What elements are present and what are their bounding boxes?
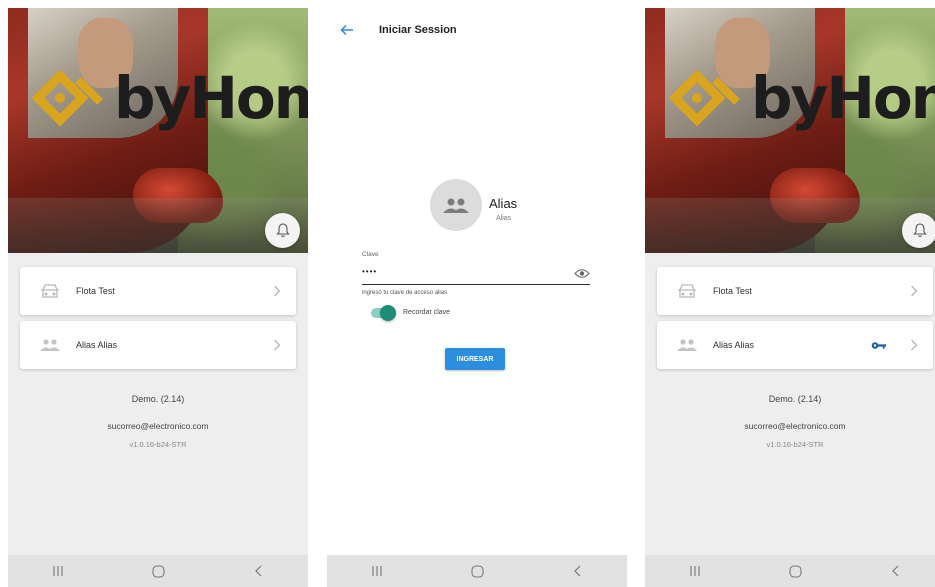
login-screen: Iniciar Session Alias Alias Clave •••• i… xyxy=(327,8,627,587)
group-icon xyxy=(675,335,699,355)
chevron-right-icon xyxy=(270,284,284,298)
recents-button[interactable] xyxy=(675,559,715,583)
system-nav-bar xyxy=(8,555,308,587)
recents-icon xyxy=(53,566,63,576)
password-field[interactable]: •••• xyxy=(362,267,377,276)
list-item-alias[interactable]: Alias Alias xyxy=(657,321,933,369)
remember-label: Recordar clave xyxy=(403,309,451,316)
car-icon xyxy=(675,281,699,301)
back-button[interactable] xyxy=(557,559,597,583)
recents-button[interactable] xyxy=(38,559,78,583)
logo-mark-icon xyxy=(668,69,740,127)
back-button[interactable] xyxy=(238,559,278,583)
login-body: Alias Alias Clave •••• ingresó tu clave … xyxy=(327,52,627,555)
password-field-label: Clave xyxy=(362,251,379,258)
home-icon xyxy=(151,564,165,578)
home-screen-with-key: byHom Flota Test Alias Alias Demo. (2.14… xyxy=(645,8,935,587)
hero-image: byHom xyxy=(8,8,308,253)
group-icon xyxy=(38,335,62,355)
app-bar: Iniciar Session xyxy=(327,8,627,52)
toggle-knob xyxy=(380,305,396,321)
logo-text: byHom xyxy=(114,64,308,132)
show-password-button[interactable] xyxy=(573,266,591,280)
recents-icon xyxy=(690,566,700,576)
version-label: v1.0.16-b24-STR xyxy=(766,440,824,449)
remember-toggle[interactable] xyxy=(371,305,396,321)
logo-mark-icon xyxy=(31,69,103,127)
chevron-right-icon xyxy=(907,338,921,352)
alias-avatar xyxy=(430,179,482,231)
home-screen: byHom Flota Test Alias Alias Demo. (2.14… xyxy=(8,8,308,587)
list-item-label: Alias Alias xyxy=(76,340,118,350)
group-icon xyxy=(443,198,469,213)
hero-image: byHom xyxy=(645,8,935,253)
demo-label: Demo. (2.14) xyxy=(768,394,822,404)
submit-button[interactable]: INGRESAR xyxy=(445,348,505,370)
system-nav-bar xyxy=(327,555,627,587)
recents-button[interactable] xyxy=(357,559,397,583)
home-button[interactable] xyxy=(138,559,178,583)
email-label: sucorreo@electronico.com xyxy=(744,421,846,431)
back-icon xyxy=(573,565,580,577)
list-item-alias[interactable]: Alias Alias xyxy=(20,321,296,369)
recents-icon xyxy=(372,566,382,576)
back-arrow-icon xyxy=(340,24,353,36)
car-icon xyxy=(38,281,62,301)
alias-name: Alias xyxy=(489,196,518,211)
key-icon xyxy=(871,339,889,351)
demo-label: Demo. (2.14) xyxy=(131,394,185,404)
page-title: Iniciar Session xyxy=(379,24,457,36)
back-icon xyxy=(254,565,261,577)
list-item-label: Alias Alias xyxy=(713,340,755,350)
home-icon xyxy=(788,564,802,578)
list-item-flota[interactable]: Flota Test xyxy=(657,267,933,315)
byhom-logo: byHom xyxy=(30,58,308,138)
notification-bell-button[interactable] xyxy=(265,213,300,248)
logo-text: byHom xyxy=(751,64,935,132)
alias-subtitle: Alias xyxy=(496,215,512,222)
chevron-right-icon xyxy=(270,338,284,352)
password-underline xyxy=(362,284,590,285)
system-nav-bar xyxy=(645,555,935,587)
home-button[interactable] xyxy=(775,559,815,583)
home-icon xyxy=(470,564,484,578)
bell-icon xyxy=(912,223,927,238)
password-helper-text: ingresó tu clave de acceso alias xyxy=(362,290,448,296)
bell-icon xyxy=(275,223,290,238)
list-item-label: Flota Test xyxy=(76,286,115,296)
list-item-flota[interactable]: Flota Test xyxy=(20,267,296,315)
byhom-logo: byHom xyxy=(667,58,935,138)
email-label: sucorreo@electronico.com xyxy=(107,421,209,431)
list-item-label: Flota Test xyxy=(713,286,752,296)
chevron-right-icon xyxy=(907,284,921,298)
home-button[interactable] xyxy=(457,559,497,583)
back-button[interactable] xyxy=(875,559,915,583)
back-icon xyxy=(891,565,898,577)
notification-bell-button[interactable] xyxy=(902,213,935,248)
back-arrow-button[interactable] xyxy=(335,18,359,42)
version-label: v1.0.16-b24-STR xyxy=(129,440,187,449)
eye-icon xyxy=(574,268,590,278)
